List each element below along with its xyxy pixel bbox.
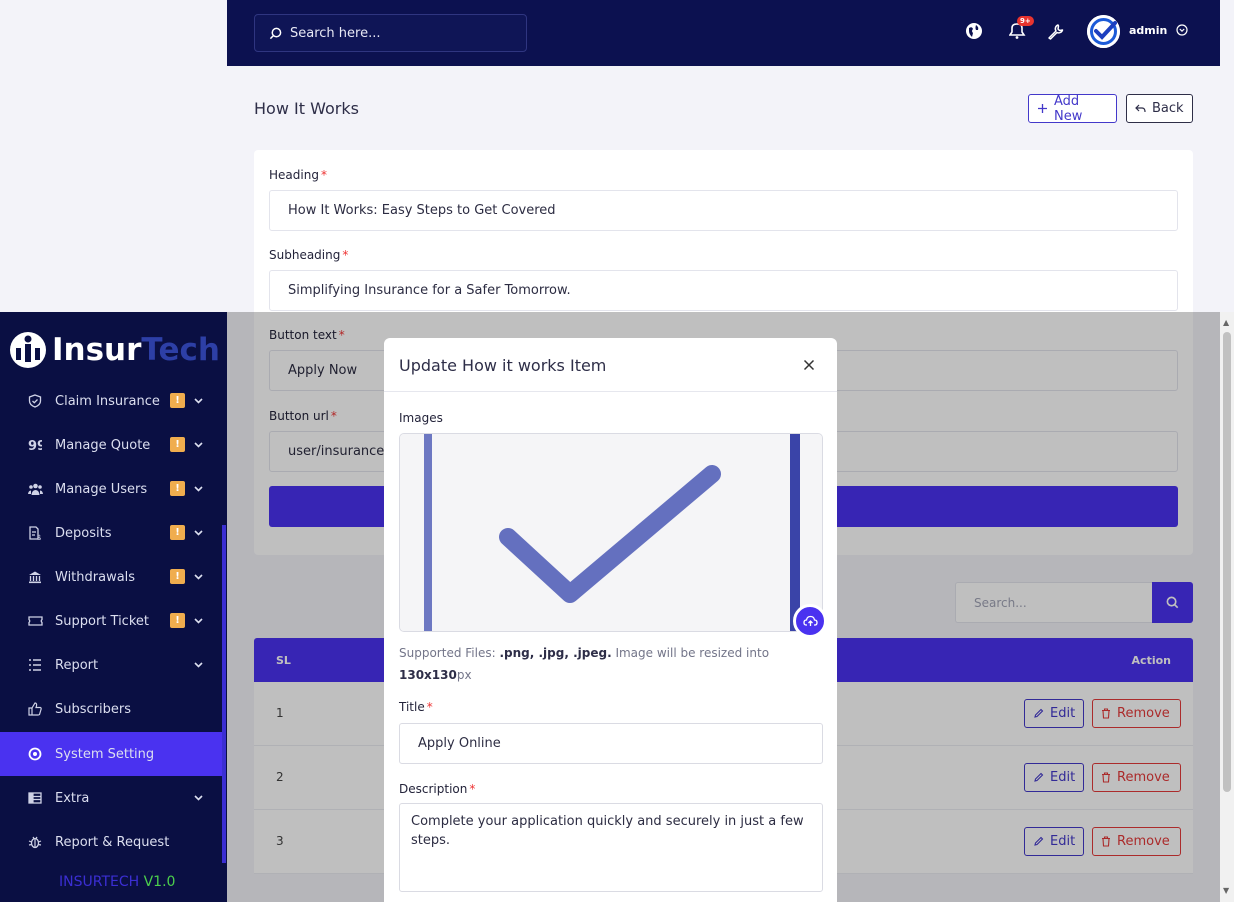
image-preview: [399, 433, 823, 632]
alert-badge: !: [170, 525, 185, 540]
bug-icon: [27, 834, 43, 850]
globe-icon[interactable]: [963, 20, 985, 42]
images-label: Images: [399, 411, 443, 425]
update-item-modal: Update How it works Item Images Supporte…: [384, 338, 837, 902]
back-button[interactable]: Back: [1126, 94, 1193, 123]
scroll-up-icon[interactable]: ▲: [1223, 318, 1229, 327]
chevron-down-icon[interactable]: [1175, 23, 1189, 37]
settings-icon: [27, 746, 43, 762]
user-name[interactable]: admin: [1129, 24, 1167, 37]
thumbs-up-icon: [27, 701, 43, 717]
heading-input[interactable]: How It Works: Easy Steps to Get Covered: [269, 190, 1178, 231]
wrench-icon[interactable]: [1044, 20, 1066, 42]
search-icon: [269, 27, 282, 40]
sidebar-item-label: Withdrawals: [55, 569, 136, 585]
logo: Insur Tech: [8, 330, 220, 370]
back-arrow-icon: [1135, 103, 1146, 114]
page-scrollbar[interactable]: ▲ ▼: [1220, 312, 1234, 902]
scroll-down-icon[interactable]: ▼: [1223, 886, 1229, 895]
sidebar-item-label: Report & Request: [55, 834, 170, 850]
ticket-icon: [27, 613, 43, 629]
notification-badge: 9+: [1017, 16, 1034, 26]
alert-badge: !: [170, 613, 185, 628]
global-search-input[interactable]: Search here...: [254, 14, 527, 52]
title-input[interactable]: Apply Online: [399, 723, 823, 764]
sidebar-item-label: Manage Quote: [55, 437, 151, 453]
chevron-down-icon: [192, 526, 204, 538]
sidebar-item-manage-quote[interactable]: 99 Manage Quote !: [0, 423, 222, 467]
top-navbar: Search here... 9+ admin: [227, 0, 1220, 66]
sidebar-scrollbar[interactable]: [222, 525, 226, 863]
chevron-down-icon: [192, 614, 204, 626]
bank-icon: [27, 569, 43, 585]
chevron-down-icon: [192, 482, 204, 494]
page-title: How It Works: [254, 99, 359, 118]
modal-title: Update How it works Item: [399, 356, 607, 375]
alert-badge: !: [170, 569, 185, 584]
sidebar-item-label: System Setting: [55, 746, 155, 762]
sidebar-item-label: Report: [55, 657, 99, 673]
sidebar-item-label: Claim Insurance: [55, 393, 160, 409]
avatar[interactable]: [1087, 15, 1120, 48]
list-icon: [27, 657, 43, 673]
sidebar-item-deposits[interactable]: $ Deposits !: [0, 511, 222, 555]
chevron-down-icon: [192, 658, 204, 670]
version-label: INSURTECH V1.0: [59, 874, 176, 890]
sidebar-item-report[interactable]: Report: [0, 643, 222, 687]
modal-divider: [384, 391, 837, 392]
chevron-down-icon: [192, 394, 204, 406]
chevron-down-icon: [192, 791, 204, 803]
plus-icon: [1037, 103, 1048, 114]
svg-text:$: $: [37, 534, 41, 540]
global-search-placeholder: Search here...: [290, 25, 381, 41]
cloud-upload-icon: [802, 615, 818, 627]
sidebar-item-subscribers[interactable]: Subscribers: [0, 687, 222, 731]
subheading-label: Subheading *: [269, 248, 349, 262]
logo-text-part2: Tech: [141, 332, 220, 368]
users-icon: [27, 481, 43, 497]
sidebar-item-manage-users[interactable]: Manage Users !: [0, 467, 222, 511]
sidebar-item-withdrawals[interactable]: Withdrawals !: [0, 555, 222, 599]
sidebar-item-label: Manage Users: [55, 481, 148, 497]
alert-badge: !: [170, 393, 185, 408]
sidebar-item-label: Extra: [55, 790, 90, 806]
deposit-icon: $: [27, 525, 43, 541]
title-label: Title *: [399, 700, 433, 714]
notification-bell-icon[interactable]: 9+: [1007, 16, 1034, 42]
chevron-down-icon: [192, 570, 204, 582]
heading-label: Heading *: [269, 168, 327, 182]
sidebar-item-claim-insurance[interactable]: Claim Insurance !: [0, 379, 222, 423]
sidebar-item-label: Deposits: [55, 525, 112, 541]
add-new-label: Add New: [1054, 93, 1083, 124]
sidebar-item-support-ticket[interactable]: Support Ticket !: [0, 599, 222, 643]
sidebar-item-label: Support Ticket: [55, 613, 149, 629]
upload-image-button[interactable]: [793, 604, 827, 638]
svg-text:99: 99: [28, 439, 42, 452]
logo-mark-icon: [8, 330, 48, 370]
quote-icon: 99: [27, 437, 43, 453]
grid-icon: [27, 790, 43, 806]
alert-badge: !: [170, 437, 185, 452]
sidebar-item-report-request[interactable]: Report & Request: [0, 820, 222, 864]
supported-files-note: Supported Files: .png, .jpg, .jpeg. Imag…: [399, 646, 770, 682]
description-textarea[interactable]: Complete your application quickly and se…: [399, 803, 823, 892]
chevron-down-icon: [192, 438, 204, 450]
logo-text-part1: Insur: [52, 332, 142, 368]
subheading-input[interactable]: Simplifying Insurance for a Safer Tomorr…: [269, 270, 1178, 311]
sidebar-item-label: Subscribers: [55, 701, 131, 717]
description-label: Description *: [399, 782, 476, 796]
scroll-thumb[interactable]: [1223, 332, 1231, 792]
back-label: Back: [1152, 101, 1184, 116]
shield-check-icon: [27, 393, 43, 409]
sidebar-item-system-setting[interactable]: System Setting: [0, 732, 222, 776]
close-icon[interactable]: [801, 357, 817, 373]
add-new-button[interactable]: Add New: [1028, 93, 1117, 124]
sidebar-item-extra[interactable]: Extra: [0, 776, 222, 820]
sidebar: Insur Tech Claim Insurance ! 99 Manage Qu…: [0, 312, 227, 902]
alert-badge: !: [170, 481, 185, 496]
